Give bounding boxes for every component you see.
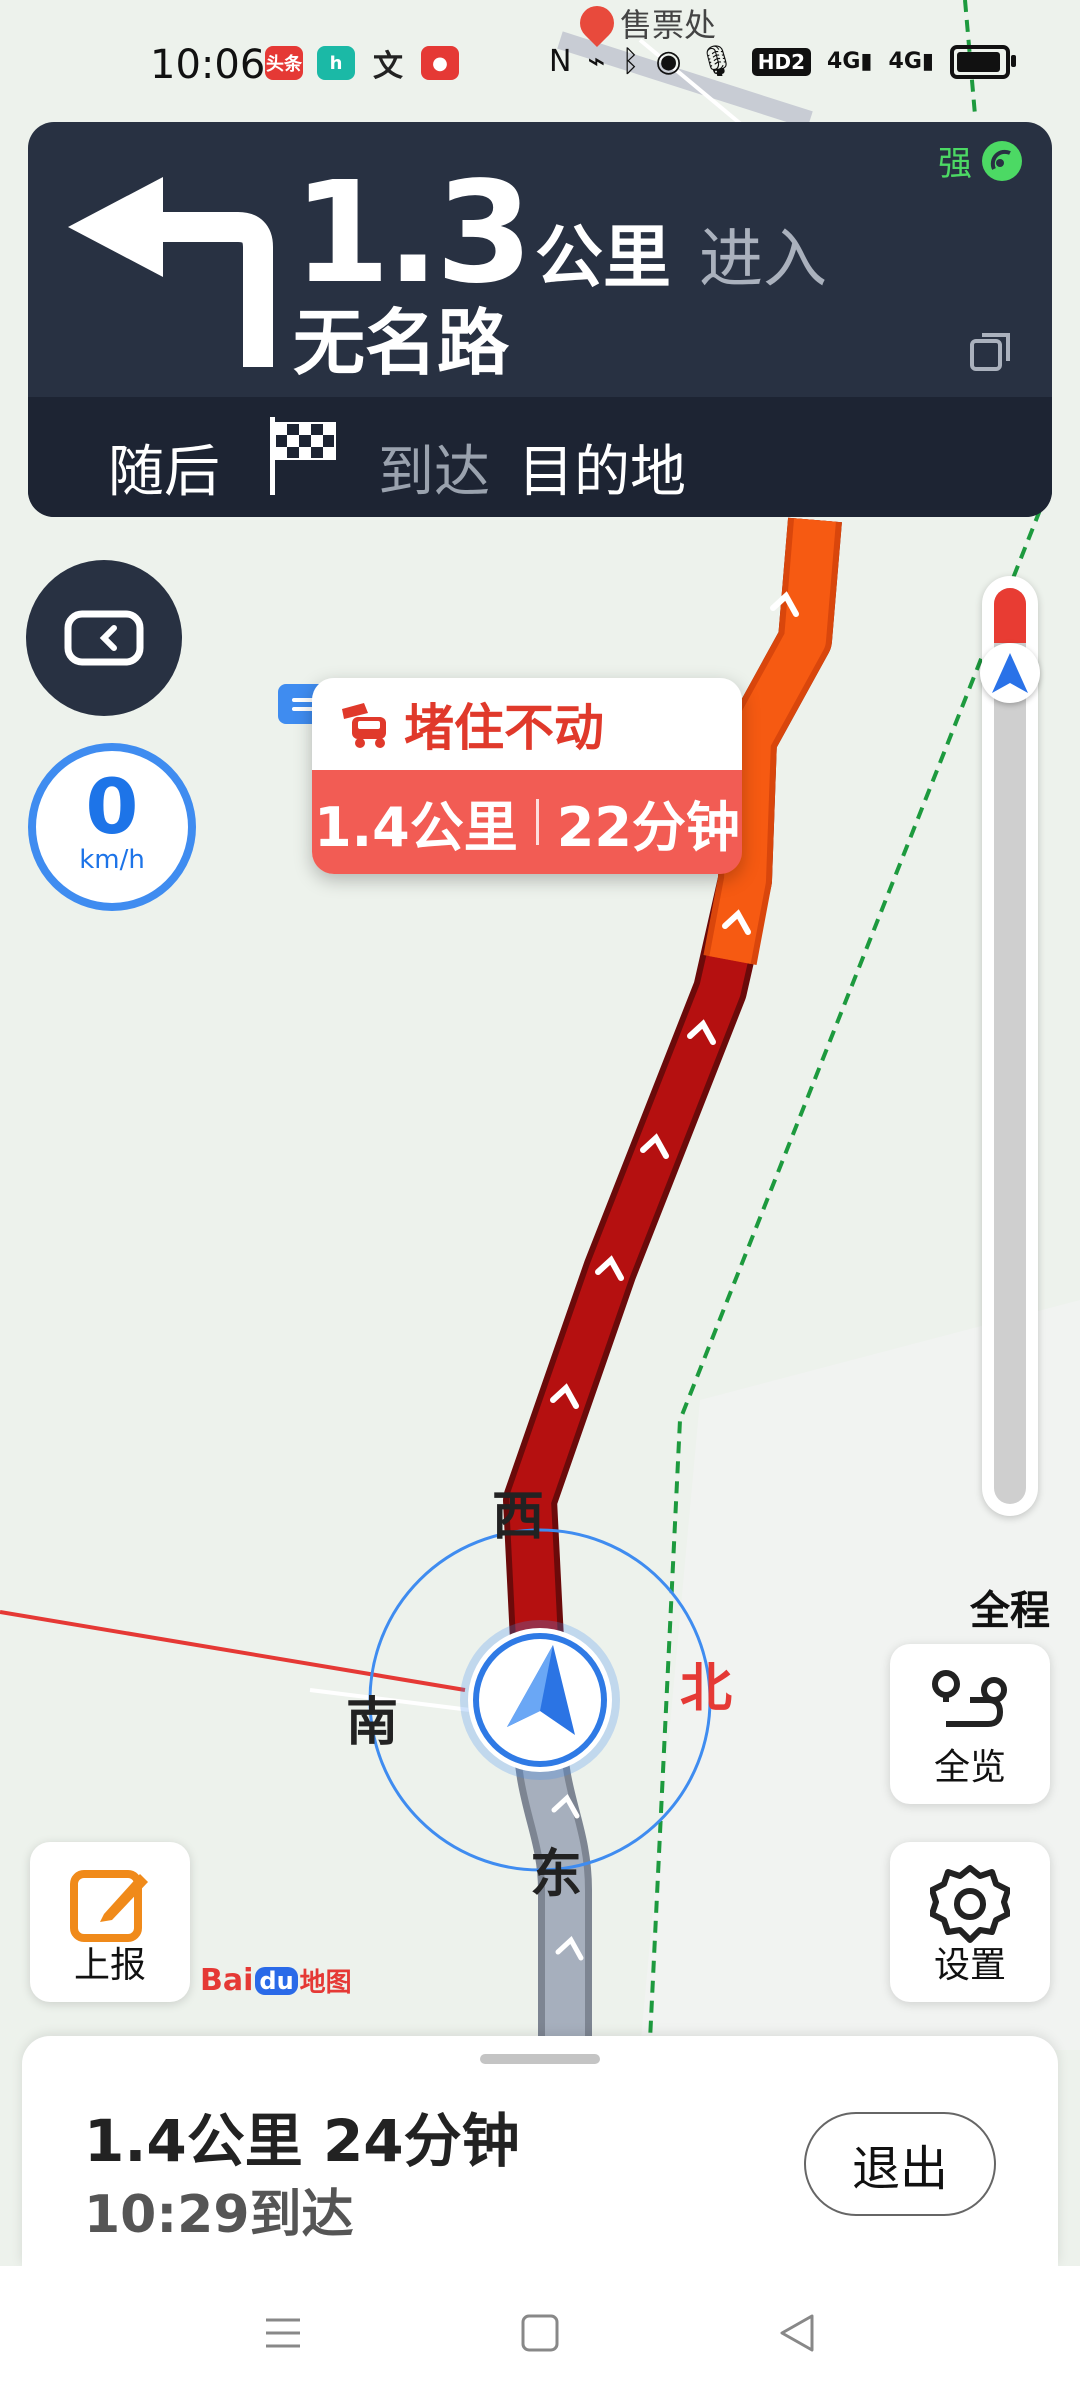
- next-step-bar: 随后 到达 目的地: [28, 397, 1052, 517]
- drag-handle[interactable]: [480, 2054, 600, 2064]
- vibrate-icon: ⌁: [587, 44, 606, 79]
- remaining-distance-time: 1.4公里 24分钟: [84, 2107, 520, 2175]
- menu-icon[interactable]: [262, 2312, 304, 2354]
- progress-car-icon: [980, 642, 1040, 703]
- compass-south: 南: [346, 1693, 399, 1753]
- status-right-icons: N ⌁ ᛒ ◉ 🎙 HD2 4G▮ 4G▮: [548, 44, 1016, 79]
- view-mode-button[interactable]: [26, 560, 182, 716]
- baidu-map-logo: Bai du 地图: [200, 1963, 352, 1998]
- turn-left-icon: [68, 177, 273, 367]
- progress-track: [994, 588, 1026, 1504]
- translate-icon: 文: [373, 49, 403, 84]
- hud-view-icon: [64, 610, 144, 666]
- guidance-main: 1.3公里 进入 无名路 强: [28, 122, 1052, 397]
- arrival-time: 10:29到达: [84, 2185, 354, 2245]
- next-step-action: 到达: [378, 440, 490, 505]
- speed-value: 0: [85, 762, 139, 851]
- signal-icon-sim1: 4G▮: [827, 49, 873, 74]
- jam-distance: 1.4公里: [314, 795, 518, 859]
- turn-action: 进入: [699, 223, 828, 297]
- h-app-icon: h: [317, 46, 355, 80]
- guidance-panel[interactable]: 1.3公里 进入 无名路 强 随后 到达 目的地: [28, 122, 1052, 517]
- mic-icon: 🎙: [697, 44, 736, 79]
- report-button[interactable]: 上报: [30, 1842, 190, 2002]
- report-label: 上报: [73, 1945, 146, 1986]
- exit-navigation-button[interactable]: 退出: [804, 2112, 996, 2216]
- compass-north: 北: [680, 1659, 733, 1719]
- finish-flag-icon: [270, 417, 336, 495]
- gps-strength-label: 强: [938, 144, 972, 184]
- traffic-jam-bubble[interactable]: 堵住不动 1.4公里 22分钟: [312, 678, 742, 874]
- compass-east: 东: [530, 1845, 583, 1905]
- record-icon: ●: [421, 46, 459, 80]
- battery-icon: [950, 44, 1016, 79]
- report-edit-icon: [70, 1870, 148, 1942]
- gps-signal-icon: [982, 140, 1022, 181]
- road-name: 无名路: [293, 301, 510, 385]
- nfc-icon: N: [548, 44, 572, 79]
- system-nav-bar: [0, 2266, 1080, 2400]
- car-position-icon: [460, 1620, 620, 1780]
- traffic-car-icon: [342, 703, 386, 748]
- bluetooth-icon: ᛒ: [621, 44, 640, 79]
- full-route-label: 全程: [970, 1588, 1050, 1634]
- hd-voice-badge: HD2: [751, 47, 812, 76]
- route-progress-bar: [980, 576, 1040, 1516]
- compass-west: 西: [492, 1487, 545, 1547]
- gear-icon: [930, 1865, 1010, 1943]
- status-time: 10:06: [150, 42, 266, 88]
- home-icon[interactable]: [519, 2312, 561, 2354]
- toutiao-icon: 头条: [265, 46, 303, 80]
- location-icon: ◉: [655, 44, 682, 79]
- progress-congestion-segment: [994, 588, 1026, 643]
- settings-label: 设置: [933, 1945, 1006, 1986]
- next-step-target: 目的地: [518, 440, 686, 505]
- route-overview-icon: [932, 1670, 1007, 1727]
- jam-duration: 22分钟: [556, 795, 740, 859]
- status-bar: 10:06 头条 h 文 ● N ⌁ ᛒ ◉ 🎙 HD2 4G▮ 4G▮: [0, 0, 1080, 120]
- overview-label: 全览: [933, 1747, 1006, 1788]
- trip-summary-sheet[interactable]: 1.4公里 24分钟 10:29到达 退出: [22, 2036, 1058, 2266]
- route-overview-button[interactable]: 全览: [890, 1644, 1050, 1804]
- traffic-jam-details: 1.4公里 22分钟: [312, 770, 742, 874]
- settings-button[interactable]: 设置: [890, 1842, 1050, 2002]
- gps-strength: 强: [938, 136, 1024, 185]
- back-icon[interactable]: [776, 2312, 818, 2354]
- traffic-jam-header: 堵住不动: [312, 678, 742, 770]
- divider: [535, 799, 539, 845]
- speed-unit: km/h: [79, 845, 145, 875]
- traffic-status: 堵住不动: [404, 699, 604, 757]
- status-app-icons: 头条 h 文 ●: [265, 46, 459, 84]
- distance-unit: 公里: [535, 219, 672, 298]
- next-step-label: 随后: [108, 440, 220, 505]
- copy-icon[interactable]: [968, 327, 1016, 375]
- signal-icon-sim2: 4G▮: [888, 49, 934, 74]
- speedometer: 0 km/h: [28, 743, 196, 911]
